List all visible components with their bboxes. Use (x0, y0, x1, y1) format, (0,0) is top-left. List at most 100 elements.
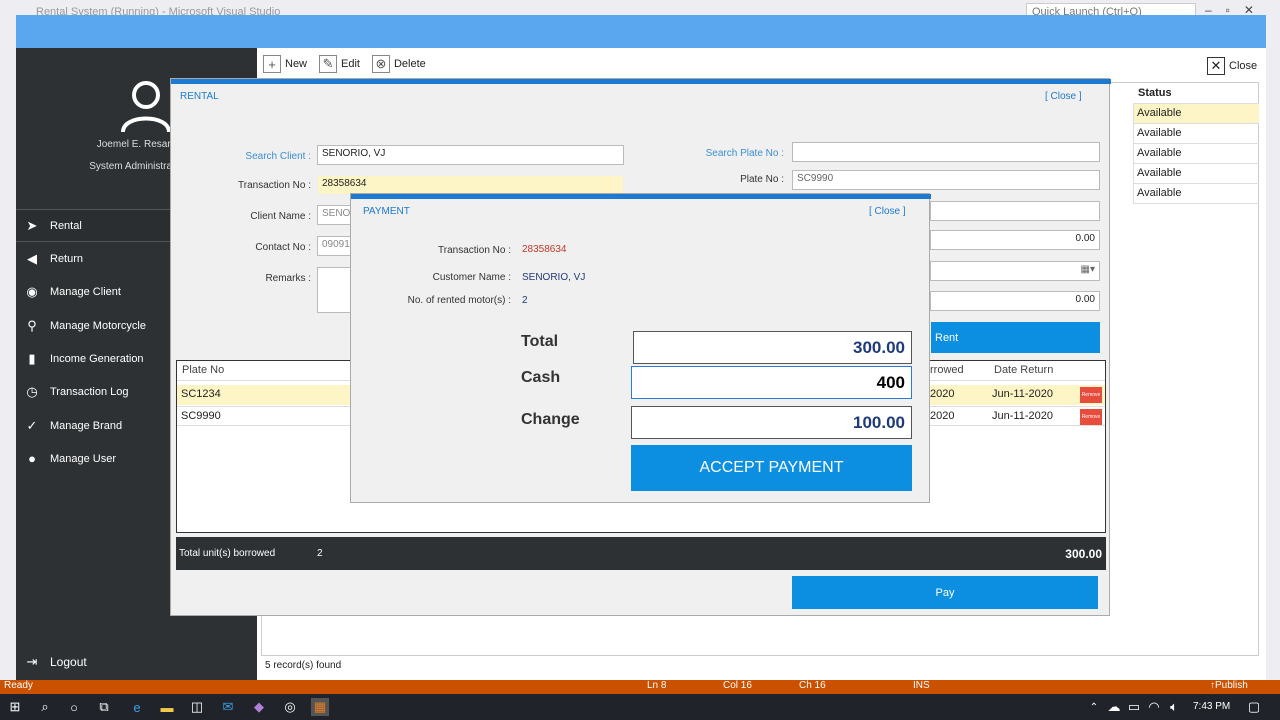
store-icon[interactable]: ◫ (188, 698, 206, 716)
rented-count-label: No. of rented motor(s) : (407, 295, 511, 306)
motorcycle-icon: ⚲ (27, 317, 37, 333)
logout-button[interactable]: ⇥ Logout (24, 654, 87, 670)
rented-count-value: 2 (522, 295, 528, 306)
status-line: Ln 8 (647, 680, 667, 691)
return-header: Date Return (994, 364, 1054, 376)
remarks-label: Remarks : (265, 273, 311, 284)
transaction-label: Transaction No : (238, 180, 311, 191)
cash-label: Cash (521, 369, 561, 386)
summary-count: 2 (317, 548, 323, 559)
customer-value: SENORIO, VJ (522, 272, 586, 283)
sidebar-item-label: Transaction Log (50, 385, 129, 398)
mail-icon[interactable]: ✉ (219, 698, 237, 716)
clock[interactable]: 7:43 PM (1193, 701, 1230, 712)
payment-title: PAYMENT (363, 206, 410, 217)
wifi-icon[interactable]: ◠ (1145, 698, 1163, 716)
windows-start-icon[interactable]: ⊞ (6, 698, 24, 716)
sidebar-item-label: Manage Motorcycle (50, 319, 146, 332)
cash-input[interactable]: 400 (631, 366, 912, 399)
delete-button[interactable]: ⊗ Delete (371, 55, 426, 73)
rent-button[interactable]: Rent (931, 322, 1100, 353)
user-icon: ● (28, 451, 36, 466)
delete-doc-icon: ⊗ (371, 55, 390, 73)
history-icon: ◷ (26, 383, 38, 399)
form-accent (171, 79, 1111, 84)
change-field: 100.00 (631, 406, 912, 439)
contact-label: Contact No : (255, 242, 311, 253)
volume-icon[interactable]: 🔈︎ (1165, 698, 1183, 716)
client-name-field: SENOR (317, 205, 358, 225)
form-accent (351, 194, 931, 199)
search-plate-input[interactable] (792, 142, 1100, 162)
sidebar-item-label: Rental (50, 219, 82, 232)
total-label: Total (521, 333, 559, 350)
return-cell: Jun-11-2020 (992, 410, 1053, 422)
summary-bar: Total unit(s) borrowed 2 300.00 (176, 537, 1106, 570)
plate-cell: SC9990 (181, 410, 221, 422)
search-icon[interactable]: ⌕ (36, 698, 54, 716)
cloud-icon[interactable]: ☁ (1105, 698, 1123, 716)
battery-icon[interactable]: ▭ (1125, 698, 1143, 716)
file-explorer-icon[interactable]: ▬ (158, 698, 176, 716)
client-icon: ◉ (26, 283, 38, 299)
accept-payment-button[interactable]: ACCEPT PAYMENT (631, 445, 912, 491)
table-cell[interactable]: Available (1133, 184, 1259, 204)
notification-icon[interactable]: ▢ (1245, 698, 1263, 716)
table-cell[interactable]: Available (1133, 164, 1259, 184)
rent-label: Rent (935, 331, 959, 344)
logout-label: Logout (50, 655, 87, 669)
borrowed-header: rrowed (930, 364, 964, 376)
borrowed-cell: 2020 (930, 410, 955, 422)
rental-app-icon[interactable]: ▦ (311, 698, 329, 716)
client-name-label: Client Name : (250, 211, 311, 222)
return-cell: Jun-11-2020 (992, 388, 1053, 400)
date-picker[interactable]: ▦▾ (930, 261, 1100, 281)
sidebar-item-label: Manage Brand (50, 419, 123, 432)
summary-total: 300.00 (1065, 547, 1102, 561)
search-client-input[interactable]: SENORIO, VJ (317, 145, 624, 165)
edit-label: Edit (341, 58, 360, 70)
status-ins: INS (913, 680, 930, 691)
cortana-icon[interactable]: ○ (65, 698, 83, 716)
app-icon[interactable]: ◎ (281, 698, 299, 716)
transaction-field: 28358634 (317, 175, 624, 195)
table-cell[interactable]: Available (1133, 144, 1259, 164)
new-button[interactable]: + New (263, 55, 307, 73)
plate-label: Plate No : (740, 174, 784, 185)
summary-label: Total unit(s) borrowed (179, 548, 276, 559)
pay-transaction-label: Transaction No : (438, 245, 511, 256)
new-label: New (285, 58, 308, 70)
sidebar-item-label: Manage User (50, 452, 117, 465)
tray-chevron-icon[interactable]: ⌃ (1085, 698, 1103, 716)
table-cell[interactable]: Available (1133, 104, 1259, 124)
brand-field (930, 201, 1100, 221)
sidebar-item-label: Return (50, 252, 84, 265)
payment-form: PAYMENT [ Close ] Transaction No : 28358… (350, 193, 931, 503)
arrow-left-icon: ◀ (27, 250, 37, 266)
pay-button[interactable]: Pay (792, 576, 1098, 609)
visual-studio-icon[interactable]: ◆ (250, 698, 268, 716)
publish-button[interactable]: ↑ Publish (1210, 680, 1248, 691)
total-field: 300.00 (633, 331, 912, 364)
task-view-icon[interactable]: ⧉ (95, 698, 113, 716)
edit-button[interactable]: ✎ Edit (319, 55, 360, 73)
remarks-textarea[interactable] (317, 267, 351, 313)
taskbar: ⊞ ⌕ ○ ⧉ e ▬ ◫ ✉ ◆ ◎ ▦ ⌃ ☁ ▭ ◠ 🔈︎ 7:43 PM… (0, 694, 1280, 720)
plus-icon: + (263, 55, 281, 73)
customer-label: Customer Name : (432, 272, 511, 283)
edge-icon[interactable]: e (128, 698, 146, 716)
amount-field: 0.00 (930, 291, 1100, 311)
chart-icon: ▮ (28, 350, 36, 366)
remove-button[interactable]: Remove (1080, 387, 1102, 403)
payment-close-link[interactable]: [ Close ] (869, 206, 906, 217)
table-cell[interactable]: Available (1133, 124, 1259, 144)
change-label: Change (521, 411, 580, 428)
logout-icon: ⇥ (26, 654, 38, 669)
remove-button[interactable]: Remove (1080, 409, 1102, 425)
vs-status-bar: Ready Ln 8 Col 16 Ch 16 INS ↑ Publish (0, 680, 1280, 694)
plate-cell: SC1234 (181, 388, 221, 400)
rental-close-link[interactable]: [ Close ] (1045, 91, 1082, 102)
sidebar-item-label: Income Generation (50, 352, 144, 365)
close-button[interactable]: ✕ Close (1207, 57, 1257, 75)
status-ready: Ready (4, 680, 33, 691)
